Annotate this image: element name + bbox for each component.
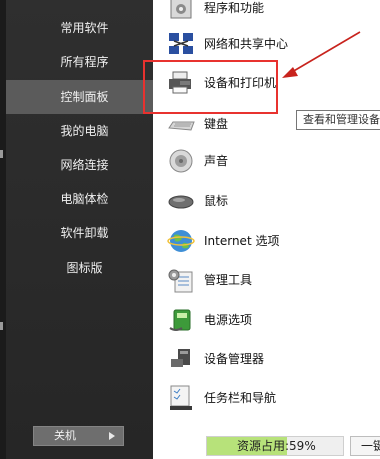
tooltip-text: 查看和管理设备 [303,113,380,126]
resource-usage-label: 资源占用:59% [237,439,316,453]
network-icon [169,33,193,54]
sidebar-item-label: 网络连接 [60,158,109,172]
one-click-button[interactable]: 一键 [350,436,380,456]
list-item-internet-options[interactable]: Internet 选项 [166,223,380,259]
list-item-taskbar-navigation[interactable]: 任务栏和导航 [166,380,380,416]
list-item-label: 任务栏和导航 [204,391,277,405]
sidebar-item-label: 图标版 [66,261,103,275]
list-item-device-manager[interactable]: 设备管理器 [166,341,380,377]
keyboard-icon [168,121,195,131]
speaker-icon [169,149,193,173]
sidebar-item-label: 电脑体检 [60,192,109,206]
sidebar-item-label: 软件卸载 [60,226,109,240]
list-item-label: 管理工具 [204,273,253,287]
start-menu-sidebar: 常用软件 所有程序 控制面板 我的电脑 网络连接 电脑体检 软件卸载 图标版 关… [0,0,153,459]
admin-tools-icon [168,269,193,293]
mouse-icon [168,195,194,209]
list-item-power-options[interactable]: 电源选项 [166,302,380,338]
edge-marker [0,150,3,158]
sidebar-item-common-software[interactable]: 常用软件 [6,11,153,45]
list-item-label: 网络和共享中心 [204,37,289,51]
resource-usage-bar: 资源占用:59% [206,436,344,456]
sidebar-item-all-programs[interactable]: 所有程序 [6,45,153,79]
list-item-label: 程序和功能 [204,1,265,15]
sidebar-item-label: 控制面板 [60,90,109,104]
one-click-label: 一键 [361,439,380,453]
list-item-label: 声音 [204,154,229,168]
sidebar-item-label: 常用软件 [60,21,109,35]
list-item-label: 电源选项 [204,313,253,327]
sidebar-item-label: 所有程序 [60,55,109,69]
programs-icon [170,0,192,19]
sidebar-item-my-computer[interactable]: 我的电脑 [6,114,153,148]
list-item-label: 设备管理器 [204,352,265,366]
list-item-programs[interactable]: 程序和功能 [166,0,380,26]
edge-marker [0,322,3,330]
sidebar-item-network-connection[interactable]: 网络连接 [6,148,153,182]
sidebar-item-label: 我的电脑 [60,124,109,138]
sidebar-item-control-panel[interactable]: 控制面板 [6,80,153,114]
list-item-admin-tools[interactable]: 管理工具 [166,262,380,298]
tooltip: 查看和管理设备 [296,110,380,130]
highlight-box [143,60,278,114]
shutdown-label: 关机 [54,429,76,442]
shutdown-arrow-icon[interactable] [109,432,115,440]
list-item-label: 鼠标 [204,194,229,208]
list-item-label: Internet 选项 [204,234,280,248]
list-item-sound[interactable]: 声音 [166,143,380,179]
list-item-network-sharing[interactable]: 网络和共享中心 [166,26,380,62]
sidebar-item-icon-view[interactable]: 图标版 [6,251,153,285]
list-item-mouse[interactable]: 鼠标 [166,183,380,219]
shutdown-button[interactable]: 关机 [33,426,124,446]
sidebar-item-uninstall[interactable]: 软件卸载 [6,216,153,250]
sidebar-item-pc-checkup[interactable]: 电脑体检 [6,182,153,216]
power-icon [169,309,191,331]
internet-icon [167,230,195,252]
taskbar-icon [170,385,192,410]
device-manager-icon [171,349,190,367]
